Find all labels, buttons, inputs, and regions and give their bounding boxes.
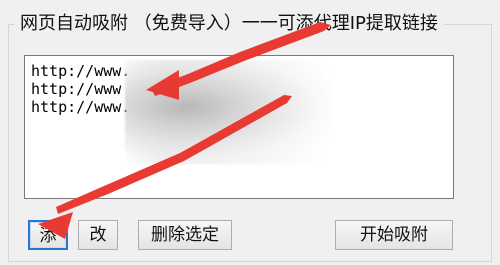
blur-mask (125, 60, 330, 164)
add-button[interactable]: 添 (28, 220, 68, 250)
proxy-link-list[interactable]: http://www. http://www http://www. (24, 55, 454, 199)
group-title: 网页自动吸附 （免费导入）一一可添代理IP提取链接 (14, 12, 444, 36)
start-absorb-button[interactable]: 开始吸附 (335, 220, 453, 250)
edit-button[interactable]: 改 (78, 220, 118, 250)
delete-selected-button[interactable]: 删除选定 (138, 220, 232, 250)
link-import-panel: 网页自动吸附 （免费导入）一一可添代理IP提取链接 http://www. ht… (0, 0, 500, 265)
